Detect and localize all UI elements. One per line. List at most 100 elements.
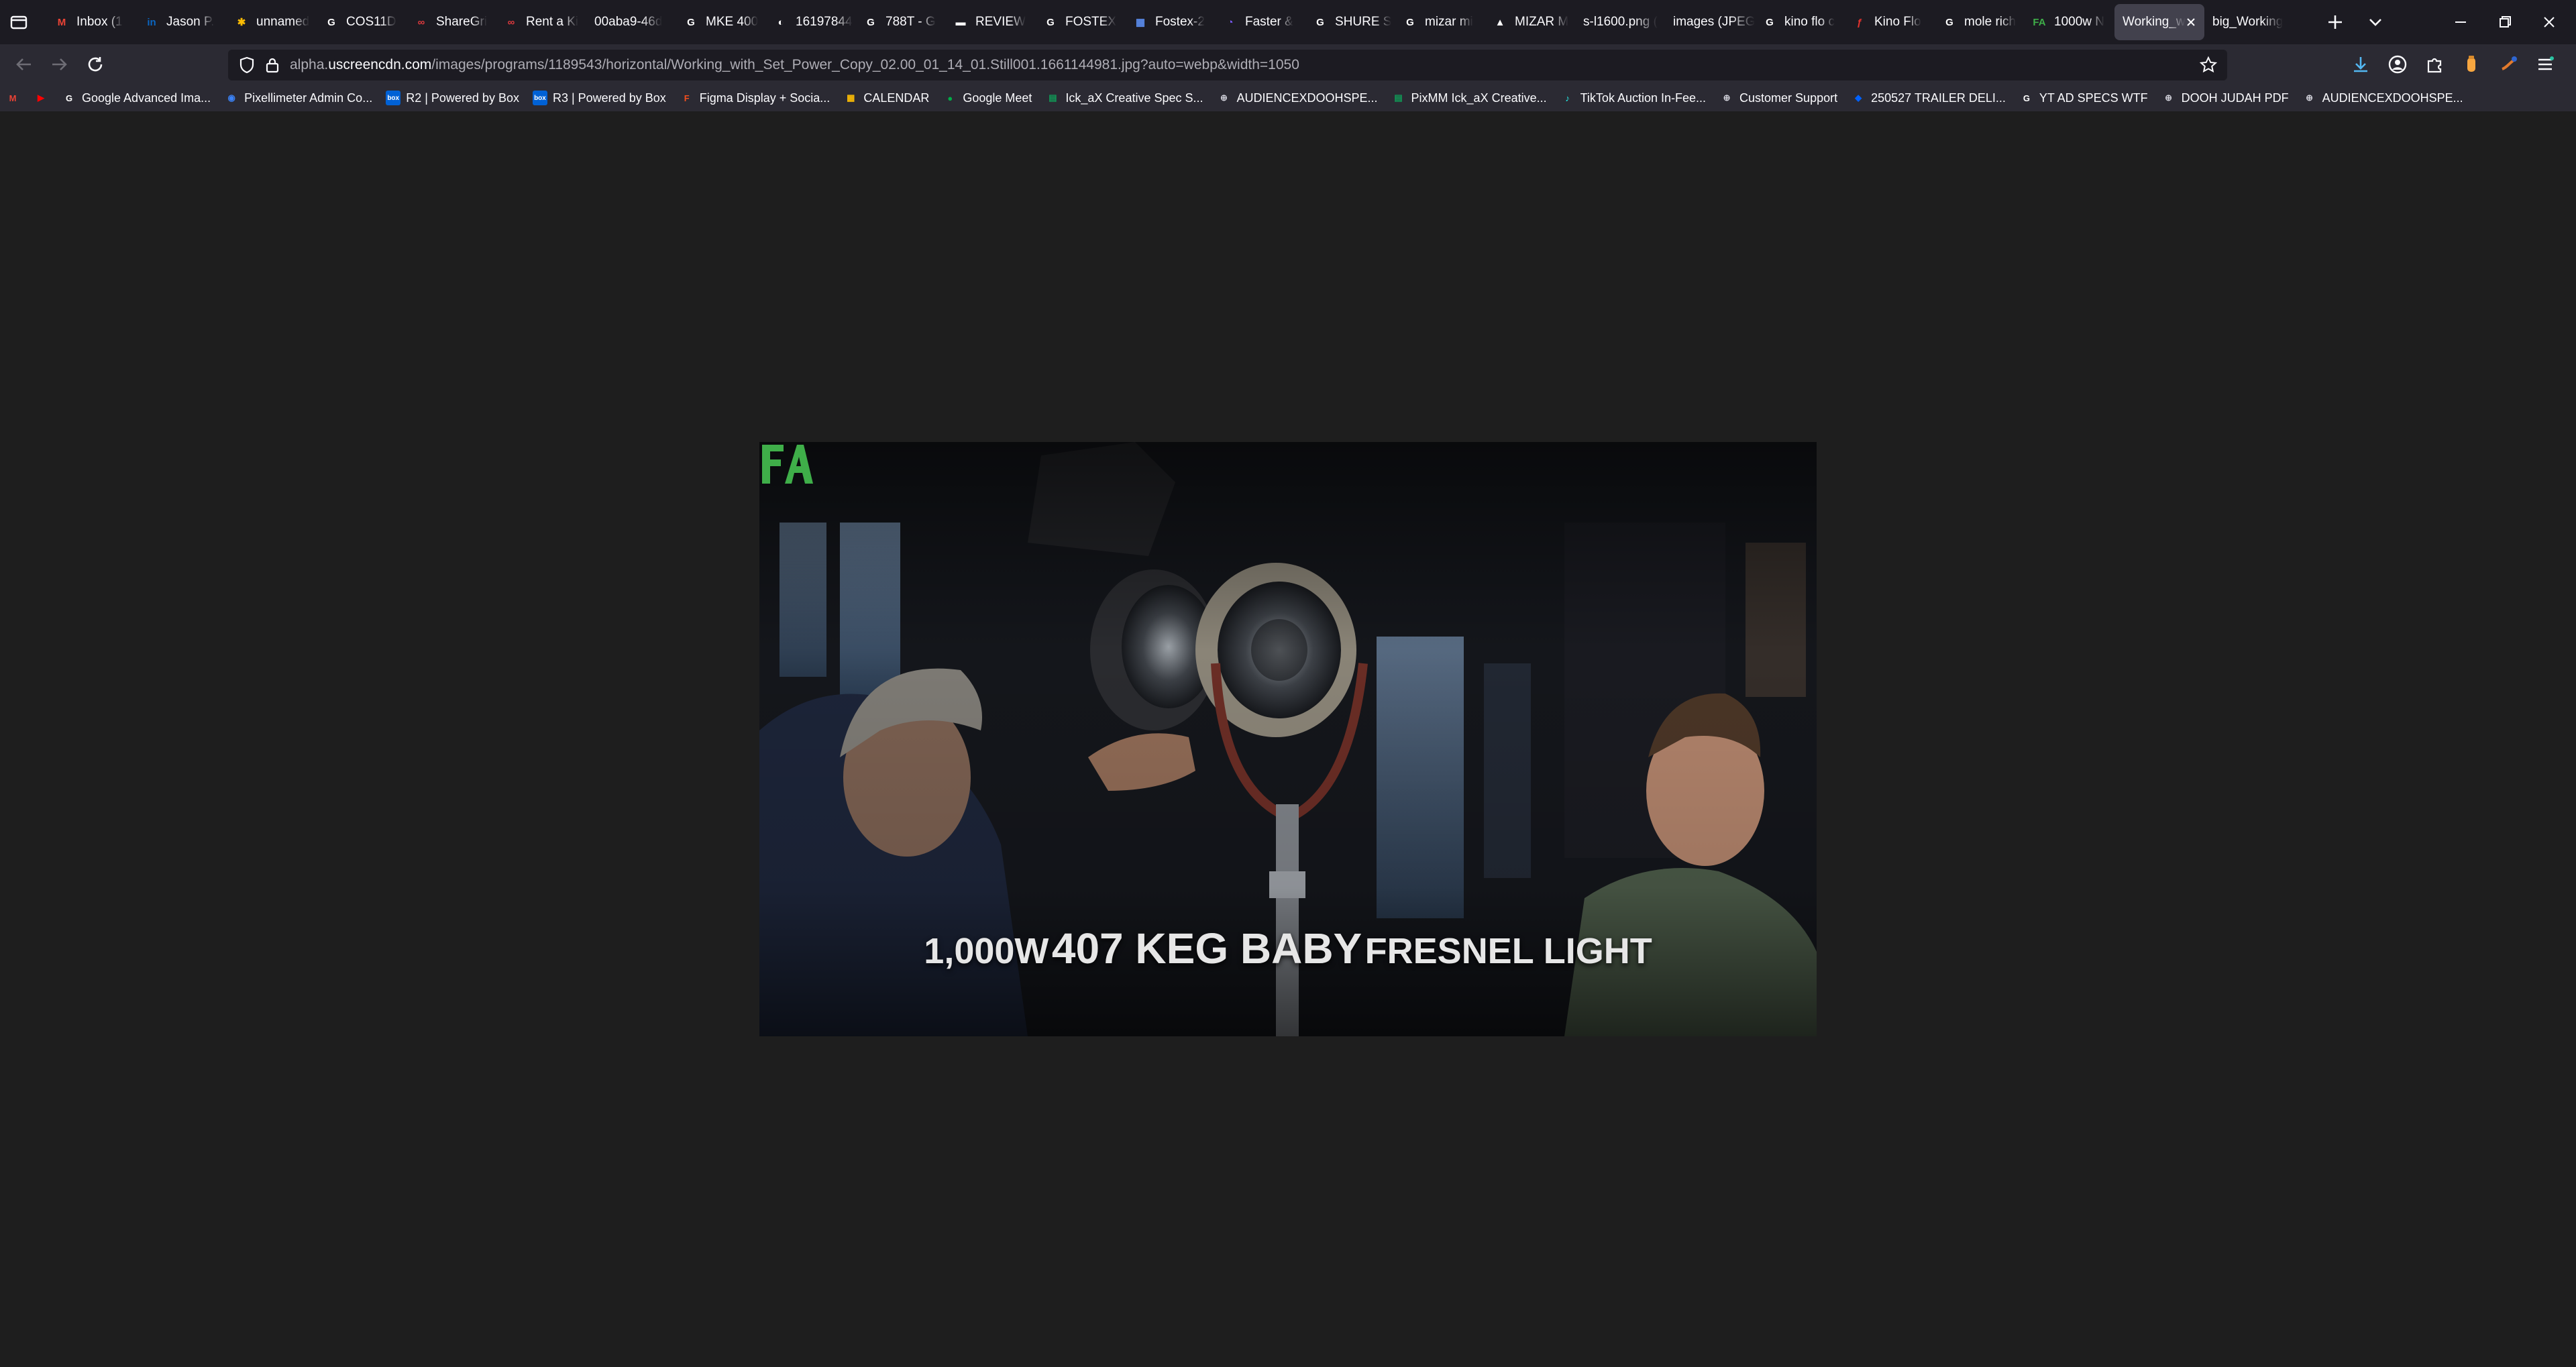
tab[interactable]: ▬ REVIEW xyxy=(946,4,1036,40)
gmail-icon: M xyxy=(57,16,66,28)
tab-title: images (JPEG xyxy=(1673,15,1755,29)
bookmark-label: Figma Display + Socia... xyxy=(699,91,830,105)
bookmark-item[interactable]: M xyxy=(0,87,25,109)
url-path: /images/programs/1189543/horizontal/Work… xyxy=(431,57,1299,72)
navigation-toolbar: alpha.uscreencdn.com/images/programs/118… xyxy=(0,44,2576,85)
tab-title: 00aba9-46d xyxy=(594,15,663,29)
tab[interactable]: big_Working xyxy=(2204,4,2294,40)
google-icon: G xyxy=(327,16,335,28)
tab-title: REVIEW xyxy=(975,15,1026,29)
google-icon: G xyxy=(867,16,875,28)
tab-title: MIZAR M xyxy=(1515,15,1569,29)
url-prefix: alpha. xyxy=(290,57,329,72)
account-icon[interactable] xyxy=(2386,53,2409,76)
new-tab-plus-icon[interactable] xyxy=(2322,9,2348,35)
box-icon: box xyxy=(386,91,401,105)
bookmark-item[interactable]: ⊕ Customer Support xyxy=(1714,87,1843,109)
calendar-icon: ▦ xyxy=(847,93,855,103)
bookmark-item[interactable]: ▤ Ick_aX Creative Spec S... xyxy=(1040,87,1208,109)
gmail-icon: M xyxy=(9,93,17,103)
bookmark-item[interactable]: box R2 | Powered by Box xyxy=(380,87,525,109)
tracking-protection-shield-icon[interactable] xyxy=(237,56,256,74)
tab[interactable]: Gmizar mi xyxy=(1395,4,1485,40)
bookmark-label: R3 | Powered by Box xyxy=(552,91,666,105)
downloads-icon[interactable] xyxy=(2349,53,2372,76)
tab[interactable]: G 788T - G xyxy=(856,4,946,40)
tab[interactable]: G MKE 400 xyxy=(676,4,766,40)
bookmark-star-icon[interactable] xyxy=(2199,56,2218,74)
tab[interactable]: ◔ Faster & xyxy=(1216,4,1305,40)
tab[interactable]: Gkino flo c xyxy=(1755,4,1845,40)
google-icon: G xyxy=(1945,16,1953,28)
close-window-icon[interactable] xyxy=(2536,9,2563,35)
extension-bottle-icon[interactable] xyxy=(2460,53,2483,76)
globe-icon: ⊕ xyxy=(1723,93,1731,103)
image-caption: 1,000W 407 KEG BABY FRESNEL LIGHT xyxy=(759,924,1817,973)
list-all-tabs-chevron-icon[interactable] xyxy=(2363,9,2388,35)
filmmakers-academy-logo xyxy=(762,445,813,484)
tab[interactable]: G COS11D xyxy=(317,4,407,40)
bookmark-item[interactable]: ◆ 250527 TRAILER DELI... xyxy=(1845,87,2011,109)
bookmark-item[interactable]: ♪ TikTok Auction In-Fee... xyxy=(1555,87,1711,109)
back-arrow-icon[interactable] xyxy=(12,52,36,76)
bookmark-item[interactable]: ⊕ AUDIENCEXDOOHSPE... xyxy=(1212,87,1383,109)
tab[interactable]: 00aba9-46d xyxy=(586,4,676,40)
tab[interactable]: ∞ ShareGri xyxy=(407,4,496,40)
bookmark-item[interactable]: G YT AD SPECS WTF xyxy=(2014,87,2153,109)
filmmakers-academy-icon: FA xyxy=(2033,16,2046,28)
reload-icon[interactable] xyxy=(83,52,107,76)
bookmark-item[interactable]: ▤ PixMM Ick_aX Creative... xyxy=(1386,87,1552,109)
bookmark-item[interactable]: F Figma Display + Socia... xyxy=(674,87,836,109)
bookmark-label: R2 | Powered by Box xyxy=(406,91,519,105)
bookmark-item[interactable]: ● Google Meet xyxy=(937,87,1037,109)
google-icon: G xyxy=(1046,16,1055,28)
caption-model: 407 KEG BABY xyxy=(1051,924,1362,973)
restore-window-icon[interactable] xyxy=(2491,9,2518,35)
tab-title: Inbox (1 xyxy=(76,15,123,29)
tab[interactable]: G FOSTEX xyxy=(1036,4,1126,40)
tab[interactable]: ∞ Rent a Ki xyxy=(496,4,586,40)
extensions-puzzle-icon[interactable] xyxy=(2423,53,2446,76)
close-tab-icon[interactable] xyxy=(2184,15,2198,29)
tab[interactable]: ƒ Kino Flo xyxy=(1845,4,1935,40)
tab[interactable]: ▲ MIZAR M xyxy=(1485,4,1575,40)
bookmark-item[interactable]: G Google Advanced Ima... xyxy=(56,87,216,109)
tab-active[interactable]: Working_w xyxy=(2114,4,2204,40)
tab[interactable]: ◐ 16197844 xyxy=(766,4,856,40)
tab[interactable]: Gmole rich xyxy=(1935,4,2025,40)
sharegrid-icon: ∞ xyxy=(507,16,515,28)
minimize-icon[interactable] xyxy=(2447,9,2474,35)
tab[interactable]: s-l1600.png ( xyxy=(1575,4,1665,40)
tab-title: mole rich xyxy=(1964,15,2017,29)
bookmark-item[interactable]: box R3 | Powered by Box xyxy=(527,87,672,109)
extension-bolt-icon[interactable] xyxy=(2497,53,2520,76)
tab[interactable]: in Jason P. xyxy=(137,4,227,40)
bookmark-label: TikTok Auction In-Fee... xyxy=(1580,91,1707,105)
address-bar[interactable]: alpha.uscreencdn.com/images/programs/118… xyxy=(228,50,2227,80)
tab[interactable]: G SHURE S xyxy=(1305,4,1395,40)
bookmark-label: DOOH JUDAH PDF xyxy=(2181,91,2289,105)
menu-hamburger-icon[interactable] xyxy=(2534,53,2557,76)
tab[interactable]: M Inbox (1 xyxy=(47,4,137,40)
firefox-view-icon[interactable] xyxy=(8,11,30,33)
tab[interactable]: ▦ Fostex-2 xyxy=(1126,4,1216,40)
bookmark-item[interactable]: ▦ CALENDAR xyxy=(838,87,934,109)
sheets-icon: ▤ xyxy=(1394,93,1403,103)
forward-arrow-icon[interactable] xyxy=(47,52,71,76)
url-text[interactable]: alpha.uscreencdn.com/images/programs/118… xyxy=(290,57,1299,73)
tab-title: Rent a Ki xyxy=(526,15,579,29)
tab-title: MKE 400 xyxy=(706,15,759,29)
displayed-image[interactable]: 1,000W 407 KEG BABY FRESNEL LIGHT xyxy=(759,442,1817,1036)
sharegrid-icon: ∞ xyxy=(417,16,425,28)
bookmark-item[interactable]: ⊕ AUDIENCEXDOOHSPE... xyxy=(2297,87,2469,109)
bookmark-label: Ick_aX Creative Spec S... xyxy=(1065,91,1203,105)
bookmark-item[interactable]: ▶ xyxy=(28,87,54,109)
bookmark-item[interactable]: ◉ Pixellimeter Admin Co... xyxy=(219,87,378,109)
tab[interactable]: FA 1000w N xyxy=(2025,4,2114,40)
tab-title: Fostex-2 xyxy=(1155,15,1205,29)
bookmark-item[interactable]: ⊕ DOOH JUDAH PDF xyxy=(2156,87,2294,109)
tab[interactable]: ✱ unnamed xyxy=(227,4,317,40)
tab[interactable]: images (JPEG xyxy=(1665,4,1755,40)
lock-icon[interactable] xyxy=(264,56,280,74)
caption-wattage: 1,000W xyxy=(924,931,1049,971)
